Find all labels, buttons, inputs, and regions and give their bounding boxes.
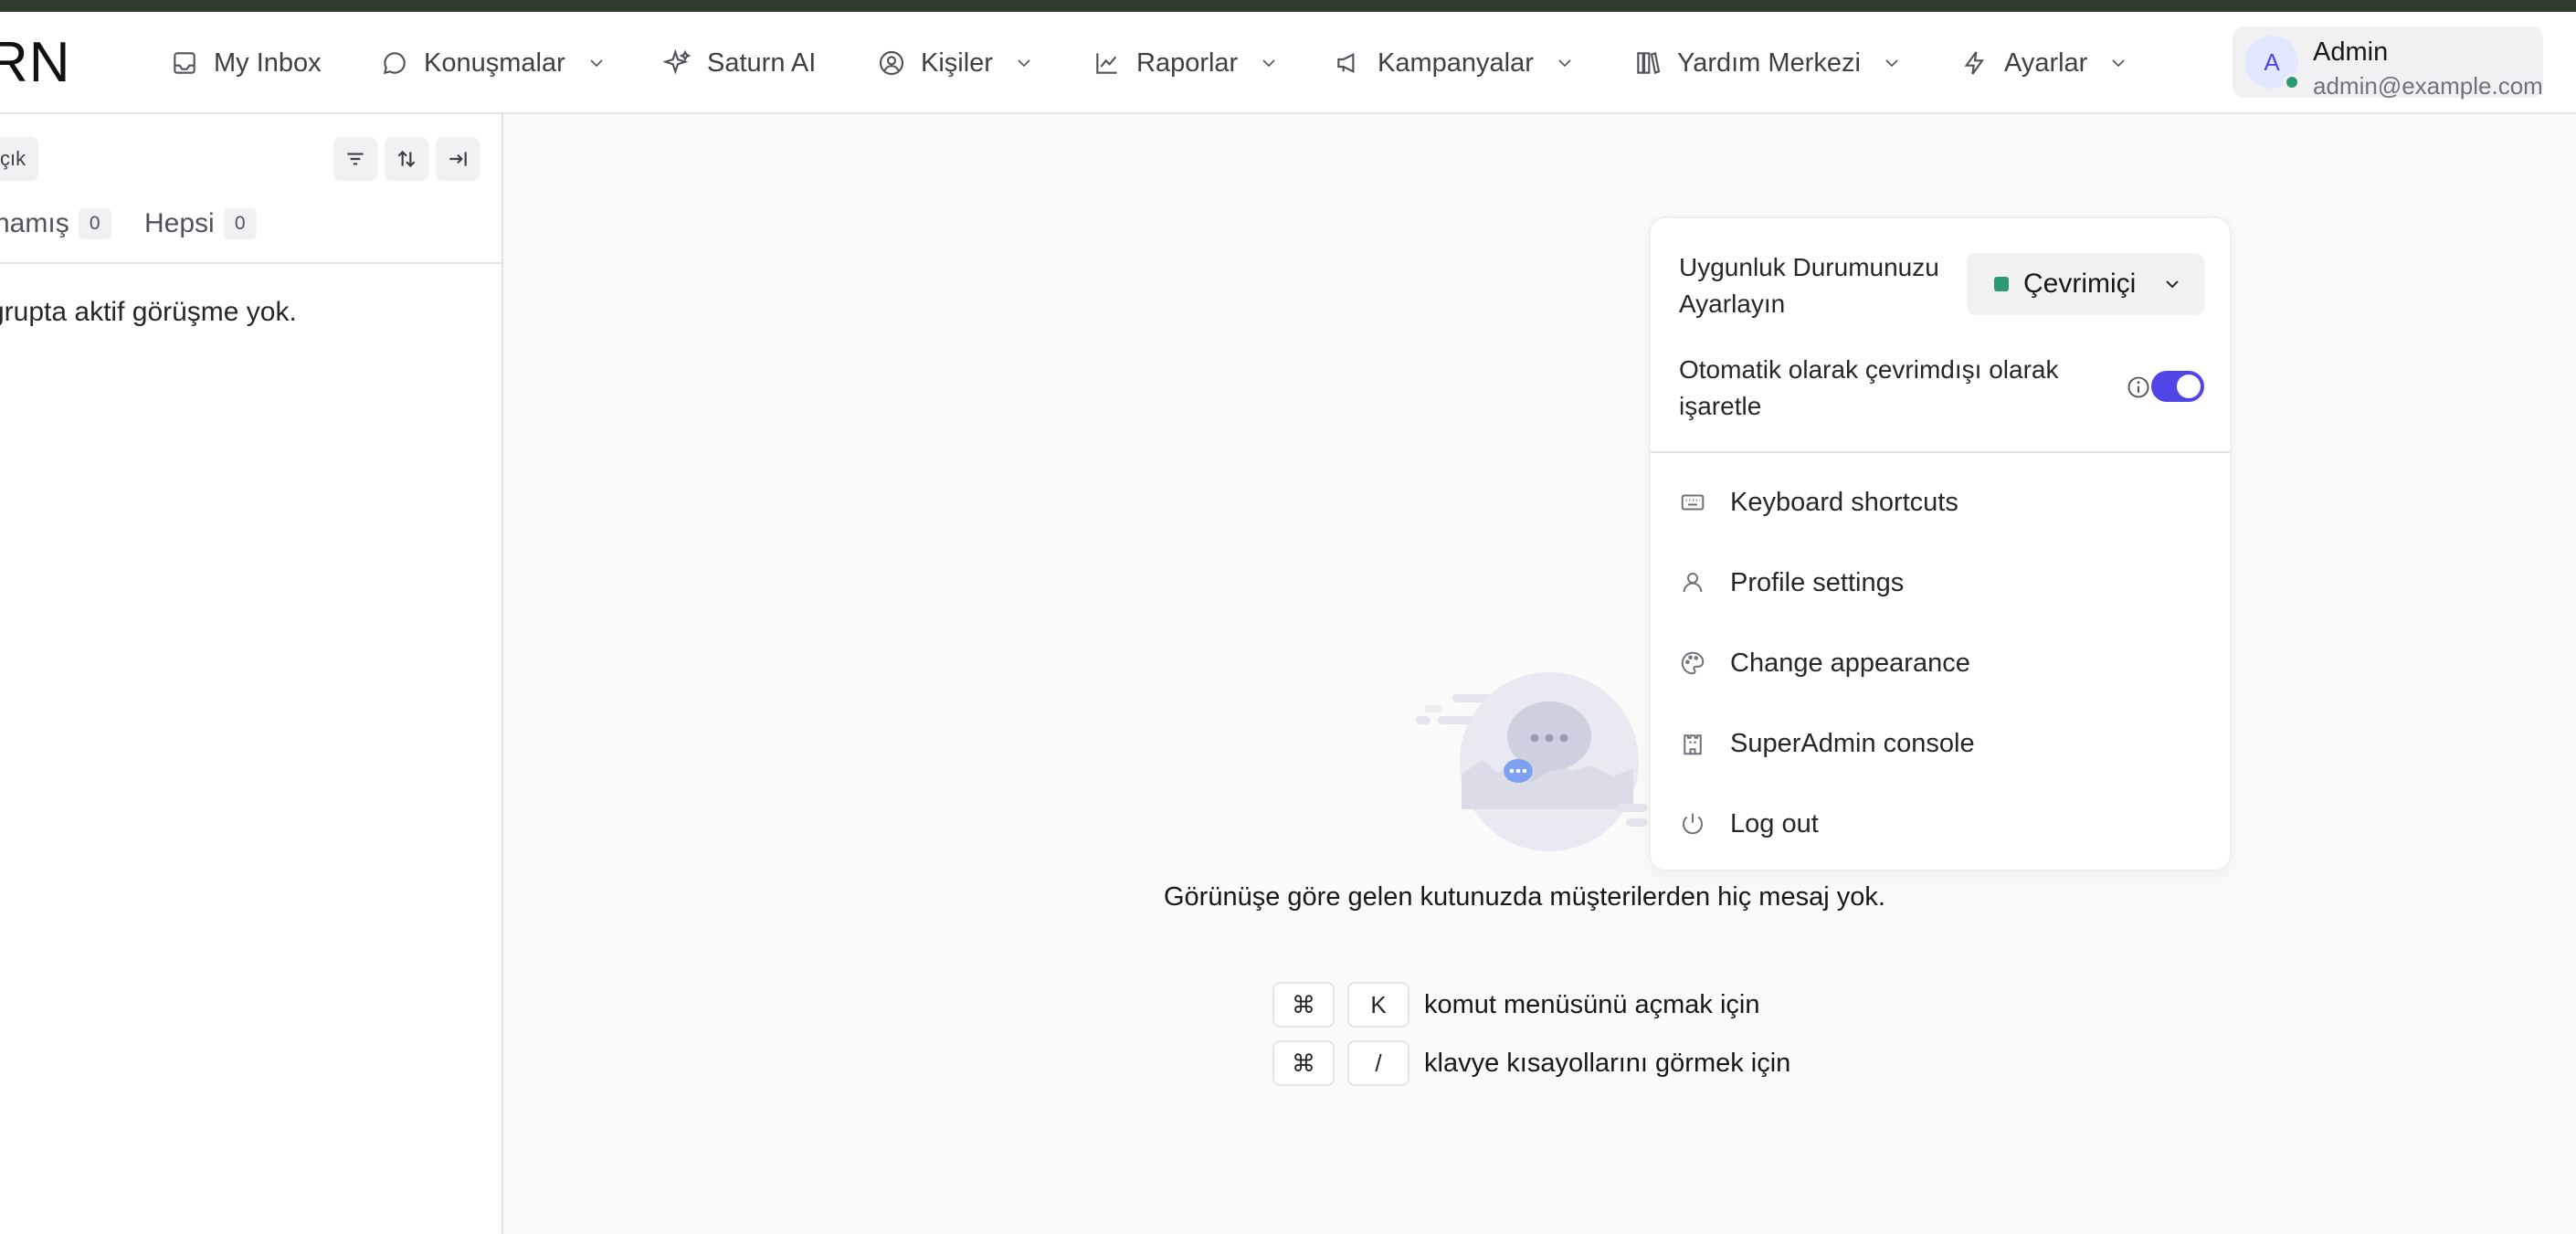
nav-item-label: Ayarlar xyxy=(2004,47,2088,78)
library-icon xyxy=(1637,51,1661,75)
conversation-list-panel: çık namış 0 Hepsi 0 grupta aktif görüşme… xyxy=(0,114,503,1234)
shortcut-description: klavye kısayollarını görmek için xyxy=(1424,1048,1791,1078)
inbox-icon xyxy=(174,52,195,74)
availability-select[interactable]: Çevrimiçi xyxy=(1967,253,2204,315)
nav-item-label: Raporlar xyxy=(1136,47,1239,78)
empty-conversations-text: grupta aktif görüşme yok. xyxy=(0,297,297,327)
tab-unassigned[interactable]: namış 0 xyxy=(0,208,111,239)
menu-item-label: SuperAdmin console xyxy=(1730,728,1975,758)
contact-icon xyxy=(879,50,904,76)
info-icon[interactable] xyxy=(2126,374,2151,400)
profile-button[interactable]: A Admin admin@example.com xyxy=(2233,26,2543,100)
status-filter-chip[interactable]: çık xyxy=(0,137,39,181)
online-status-dot xyxy=(2284,74,2300,90)
nav-item-ayarlar[interactable]: Ayarlar xyxy=(1960,37,2129,89)
chevron-down-icon xyxy=(590,59,603,68)
availability-label: Uygunluk Durumunuzu Ayarlayın xyxy=(1679,253,1939,318)
nav-item-label: Kişiler xyxy=(921,47,993,78)
nav-item-yardim-merkezi[interactable]: Yardım Merkezi xyxy=(1633,37,1903,89)
kbd-key: K xyxy=(1347,982,1409,1028)
auto-offline-toggle[interactable] xyxy=(2151,371,2204,402)
empty-inbox-illustration xyxy=(1416,672,1648,851)
arrow-right-to-line-icon xyxy=(449,152,467,166)
sparkles-icon xyxy=(663,48,692,75)
menu-item-label: Change appearance xyxy=(1730,648,1970,678)
filter-icon xyxy=(347,153,364,165)
collapse-panel-button[interactable] xyxy=(436,137,480,181)
chevron-down-icon xyxy=(1018,59,1030,68)
nav-item-saturn-ai[interactable]: Saturn AI xyxy=(663,37,816,89)
keyboard-icon xyxy=(1681,494,1705,511)
menu-divider xyxy=(1651,451,2230,453)
kbd-key: / xyxy=(1347,1040,1409,1086)
menu-item-superadmin-console[interactable]: SuperAdmin console xyxy=(1679,716,1975,771)
nav-item-kampanyalar[interactable]: Kampanyalar xyxy=(1334,37,1576,89)
empty-inbox-message: Görünüşe göre gelen kutunuzda müşteriler… xyxy=(1164,882,1885,912)
megaphone-icon xyxy=(1337,52,1355,74)
bolt-icon xyxy=(1964,51,1985,75)
tab-label: namış xyxy=(0,208,69,238)
chevron-down-icon xyxy=(1885,59,1898,68)
nav-item-raporlar[interactable]: Raporlar xyxy=(1093,37,1280,89)
shortcut-command-menu: ⌘ K komut menüsünü açmak için xyxy=(1272,982,1760,1028)
profile-name: Admin xyxy=(2313,37,2389,67)
nav-item-konusmalar[interactable]: Konuşmalar xyxy=(380,37,607,89)
tab-count: 0 xyxy=(223,208,257,239)
chevron-down-icon xyxy=(1262,59,1275,68)
kbd-key: ⌘ xyxy=(1272,1040,1335,1086)
availability-value: Çevrimiçi xyxy=(2023,269,2137,299)
sort-button[interactable] xyxy=(385,137,428,181)
tab-all[interactable]: Hepsi 0 xyxy=(144,208,257,239)
menu-item-log-out[interactable]: Log out xyxy=(1679,796,1819,851)
nav-item-label: Saturn AI xyxy=(707,47,817,78)
nav-item-label: Konuşmalar xyxy=(424,47,565,78)
user-icon xyxy=(1683,573,1703,593)
menu-item-label: Profile settings xyxy=(1730,567,1905,597)
menu-item-keyboard-shortcuts[interactable]: Keyboard shortcuts xyxy=(1679,475,1958,530)
profile-dropdown-menu: Uygunluk Durumunuzu Ayarlayın Çevrimiçi … xyxy=(1649,216,2232,871)
line-chart-icon xyxy=(1096,53,1117,74)
chevron-down-icon xyxy=(1558,59,1571,68)
top-navbar: RN My Inbox Konuşmalar Saturn AI Kişiler… xyxy=(0,12,2576,114)
nav-item-kisiler[interactable]: Kişiler xyxy=(877,37,1035,89)
castle-icon xyxy=(1684,734,1702,755)
menu-item-label: Keyboard shortcuts xyxy=(1730,487,1958,517)
chat-bubble-icon xyxy=(383,52,406,75)
menu-item-profile-settings[interactable]: Profile settings xyxy=(1679,555,1904,610)
chevron-down-icon xyxy=(2166,280,2180,289)
toggle-knob xyxy=(2177,374,2201,398)
chevron-down-icon xyxy=(2112,59,2125,68)
menu-item-label: Log out xyxy=(1730,808,1819,838)
nav-item-label: Kampanyalar xyxy=(1378,47,1534,78)
kbd-key: ⌘ xyxy=(1272,982,1335,1028)
auto-offline-label: Otomatik olarak çevrimdışı olarak işaret… xyxy=(1679,355,2059,420)
filter-button[interactable] xyxy=(333,137,377,181)
palette-icon xyxy=(1681,651,1705,675)
profile-email: admin@example.com xyxy=(2313,72,2543,100)
tab-count: 0 xyxy=(78,208,111,239)
shortcut-keyboard-shortcuts: ⌘ / klavye kısayollarını görmek için xyxy=(1272,1040,1790,1086)
tab-label: Hepsi xyxy=(144,208,215,238)
shortcut-description: komut menüsünü açmak için xyxy=(1424,989,1760,1019)
nav-item-my-inbox[interactable]: My Inbox xyxy=(170,37,322,89)
tabs-divider xyxy=(0,262,503,264)
power-icon xyxy=(1683,813,1703,835)
window-top-strip xyxy=(0,0,2576,12)
menu-item-change-appearance[interactable]: Change appearance xyxy=(1679,636,1970,691)
nav-item-label: My Inbox xyxy=(214,47,322,78)
nav-item-label: Yardım Merkezi xyxy=(1677,47,1861,78)
sort-arrows-icon xyxy=(397,150,416,168)
online-status-indicator xyxy=(1994,277,2009,291)
app-logo[interactable]: RN xyxy=(0,30,71,95)
